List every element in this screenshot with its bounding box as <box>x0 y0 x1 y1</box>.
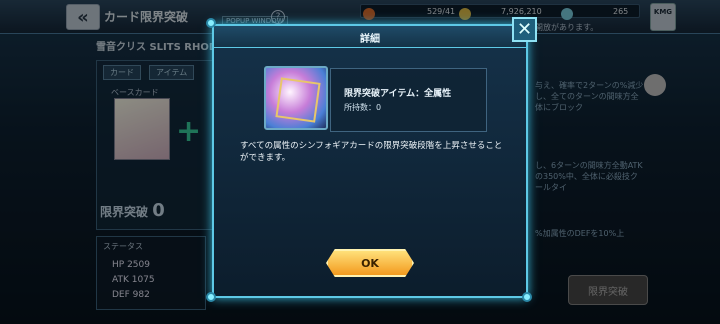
close-icon[interactable]: ✕ <box>512 17 537 42</box>
corner-ornament <box>206 292 216 302</box>
limit-break-item-icon <box>264 66 328 130</box>
item-info-box <box>330 68 487 132</box>
modal-title: 詳細 <box>360 34 380 45</box>
item-count: 所持数：0 <box>344 103 382 112</box>
modal-header: 詳細 <box>214 26 526 48</box>
item-name: 限界突破アイテム：全属性 <box>344 89 452 99</box>
item-description: すべての属性のシンフォギアカードの限界突破段階を上昇させることができます。 <box>240 141 503 163</box>
corner-ornament <box>522 292 532 302</box>
corner-ornament <box>206 18 216 28</box>
ok-button[interactable]: OK <box>326 249 414 277</box>
